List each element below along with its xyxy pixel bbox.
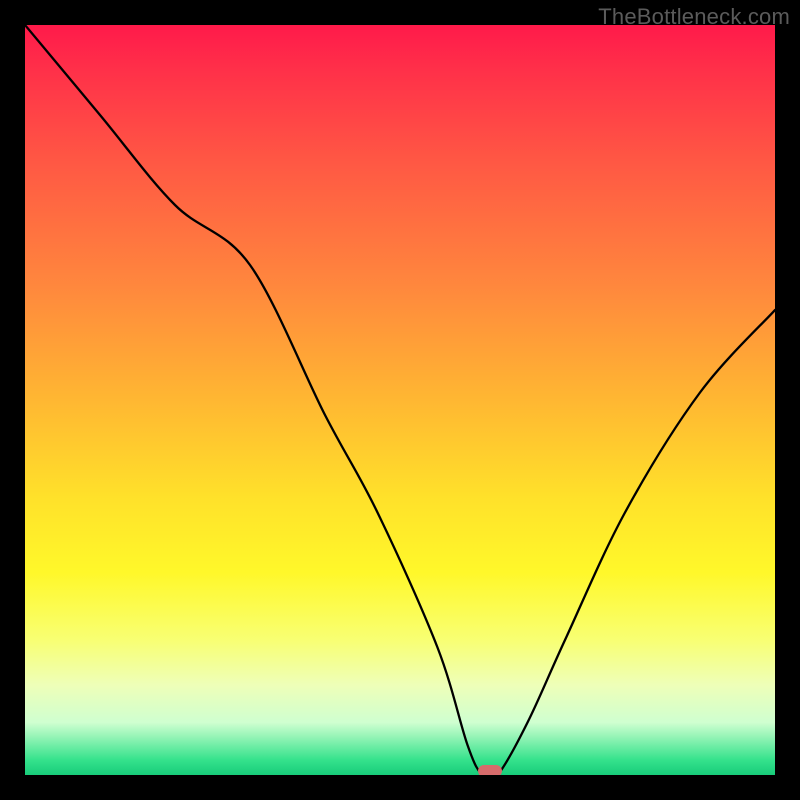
chart-frame: TheBottleneck.com <box>0 0 800 800</box>
optimum-marker <box>478 765 502 775</box>
bottleneck-curve-line <box>25 25 775 775</box>
watermark-text: TheBottleneck.com <box>598 4 790 30</box>
bottleneck-curve-svg <box>25 25 775 775</box>
plot-area <box>25 25 775 775</box>
